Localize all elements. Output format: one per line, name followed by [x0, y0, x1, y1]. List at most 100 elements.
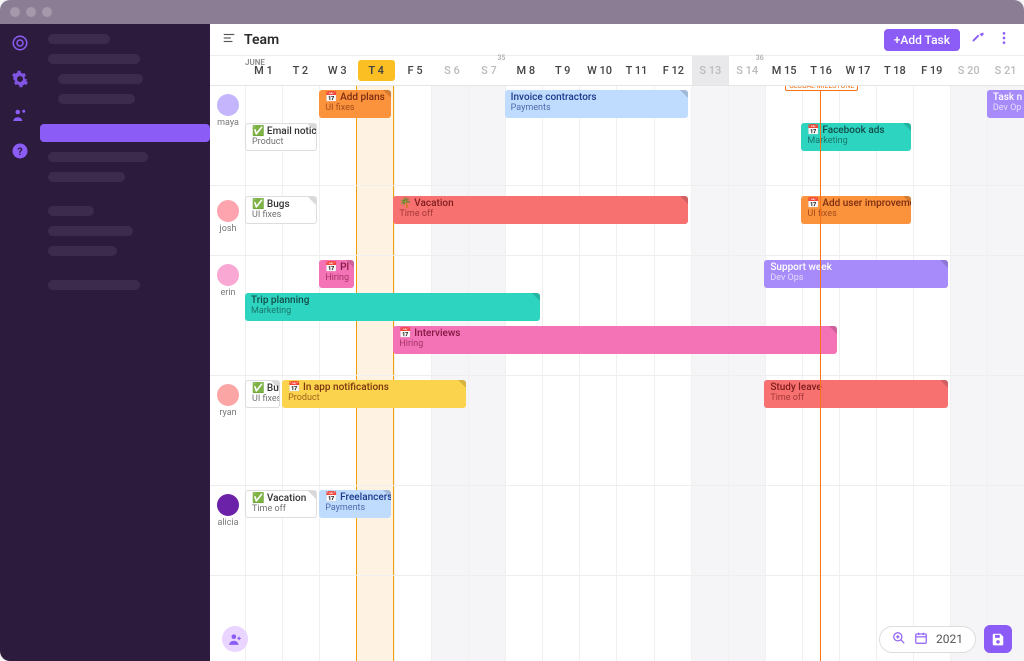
day-header[interactable]: F 12: [655, 56, 692, 85]
task-title: Task n: [993, 92, 1024, 103]
task-card[interactable]: 📅 In app notificationsProduct: [282, 380, 465, 408]
task-card[interactable]: Invoice contractorsPayments: [505, 90, 688, 118]
task-category: Time off: [252, 504, 310, 514]
calendar-icon[interactable]: [914, 631, 928, 648]
nav-skeleton: [48, 34, 110, 44]
day-header[interactable]: S 1436: [729, 56, 766, 85]
task-card[interactable]: 📅 FreelancersPayments: [319, 490, 391, 518]
main-content: Team +Add Task JUNE M 1T 2W 3T 4F 5S 6S …: [210, 24, 1024, 661]
task-title: ✅ Bugs: [252, 199, 310, 210]
day-header[interactable]: W 3: [319, 56, 356, 85]
day-header[interactable]: M 1: [245, 56, 282, 85]
window-max-dot[interactable]: [42, 7, 52, 17]
person-name: maya: [212, 118, 244, 128]
timeline-row: maya 📅 Add plansUI fixes Invoice contracto…: [210, 86, 1024, 186]
gear-icon[interactable]: [11, 70, 29, 88]
task-category: Marketing: [807, 136, 904, 146]
nav-skeleton: [48, 172, 125, 182]
day-header[interactable]: S 735: [470, 56, 507, 85]
zoom-control[interactable]: 2021: [879, 626, 976, 653]
day-header[interactable]: T 4: [358, 60, 395, 81]
avatar[interactable]: [217, 94, 239, 116]
avatar[interactable]: [217, 384, 239, 406]
day-header[interactable]: M 15: [766, 56, 803, 85]
person-name: erin: [212, 288, 244, 298]
nav-skeleton: [48, 152, 148, 162]
task-title: 📅 Freelancers: [325, 492, 385, 503]
timeline[interactable]: GLOBAL MILESTONE maya📅 Add plansUI fixes…: [210, 86, 1024, 661]
day-header[interactable]: T 9: [544, 56, 581, 85]
task-title: 📅 In app notifications: [288, 382, 459, 393]
task-card[interactable]: Study leaveTime off: [764, 380, 947, 408]
nav-panel: [40, 24, 210, 661]
task-card[interactable]: 🌴 VacationTime off: [393, 196, 688, 224]
day-header[interactable]: S 13: [692, 56, 729, 85]
task-category: Dev Ops: [770, 273, 941, 283]
task-card[interactable]: ✅ Email noticaProduct: [245, 123, 317, 151]
day-header[interactable]: T 2: [282, 56, 319, 85]
task-card[interactable]: ✅ BugsUI fixes: [245, 196, 317, 224]
task-title: Support week: [770, 262, 941, 273]
task-card[interactable]: 📅 PlHiring: [319, 260, 354, 288]
share-icon[interactable]: [970, 30, 986, 50]
day-header[interactable]: T 18: [876, 56, 913, 85]
task-card[interactable]: 📅 Add user improvemeUI fixes: [801, 196, 910, 224]
day-header[interactable]: S 21: [987, 56, 1024, 85]
task-category: Marketing: [251, 306, 534, 316]
menu-icon[interactable]: [222, 30, 236, 49]
task-title: 🌴 Vacation: [399, 198, 682, 209]
add-task-button[interactable]: +Add Task: [884, 29, 960, 51]
person-label[interactable]: josh: [212, 200, 244, 234]
person-name: alicia: [212, 518, 244, 528]
add-person-button[interactable]: [222, 626, 248, 652]
avatar[interactable]: [217, 494, 239, 516]
day-header[interactable]: S 20: [950, 56, 987, 85]
task-category: Payments: [325, 503, 385, 513]
person-label[interactable]: ryan: [212, 384, 244, 418]
avatar[interactable]: [217, 264, 239, 286]
page-header: Team +Add Task: [210, 24, 1024, 56]
users-icon[interactable]: [11, 106, 29, 124]
task-title: 📅 Pl: [325, 262, 348, 273]
day-header[interactable]: F 19: [913, 56, 950, 85]
task-card[interactable]: ✅ BuUI fixes: [245, 380, 280, 408]
day-header[interactable]: S 6: [434, 56, 471, 85]
task-card[interactable]: 📅 Facebook adsMarketing: [801, 123, 910, 151]
task-card[interactable]: 📅 Add plansUI fixes: [319, 90, 391, 118]
person-label[interactable]: maya: [212, 94, 244, 128]
day-header[interactable]: W 17: [840, 56, 877, 85]
nav-skeleton: [48, 246, 117, 256]
day-header[interactable]: M 8: [507, 56, 544, 85]
day-header[interactable]: T 11: [618, 56, 655, 85]
task-title: ✅ Vacation: [252, 493, 310, 504]
task-card[interactable]: Trip planningMarketing: [245, 293, 540, 321]
task-card[interactable]: Task nDev Op: [987, 90, 1024, 118]
footer: 2021: [222, 625, 1012, 653]
save-button[interactable]: [984, 625, 1012, 653]
person-name: josh: [212, 224, 244, 234]
help-icon[interactable]: ?: [11, 142, 29, 160]
task-card[interactable]: Support weekDev Ops: [764, 260, 947, 288]
logo-icon[interactable]: [11, 34, 29, 52]
nav-item-active[interactable]: [40, 124, 210, 142]
task-title: ✅ Bu: [252, 383, 273, 394]
zoom-in-icon[interactable]: [892, 631, 906, 648]
day-header[interactable]: F 5: [397, 56, 434, 85]
task-title: Study leave: [770, 382, 941, 393]
person-label[interactable]: erin: [212, 264, 244, 298]
person-label[interactable]: alicia: [212, 494, 244, 528]
task-title: 📅 Facebook ads: [807, 125, 904, 136]
task-title: 📅 Add user improveme: [807, 198, 904, 209]
day-header[interactable]: W 10: [581, 56, 618, 85]
day-header[interactable]: T 16: [803, 56, 840, 85]
task-card[interactable]: 📅 InterviewsHiring: [393, 326, 836, 354]
nav-skeleton: [48, 206, 94, 216]
task-card[interactable]: ✅ VacationTime off: [245, 490, 317, 518]
task-category: Product: [288, 393, 459, 403]
milestone-line: [820, 86, 821, 661]
window-min-dot[interactable]: [26, 7, 36, 17]
nav-skeleton: [48, 226, 133, 236]
more-icon[interactable]: [996, 30, 1012, 50]
window-close-dot[interactable]: [10, 7, 20, 17]
avatar[interactable]: [217, 200, 239, 222]
